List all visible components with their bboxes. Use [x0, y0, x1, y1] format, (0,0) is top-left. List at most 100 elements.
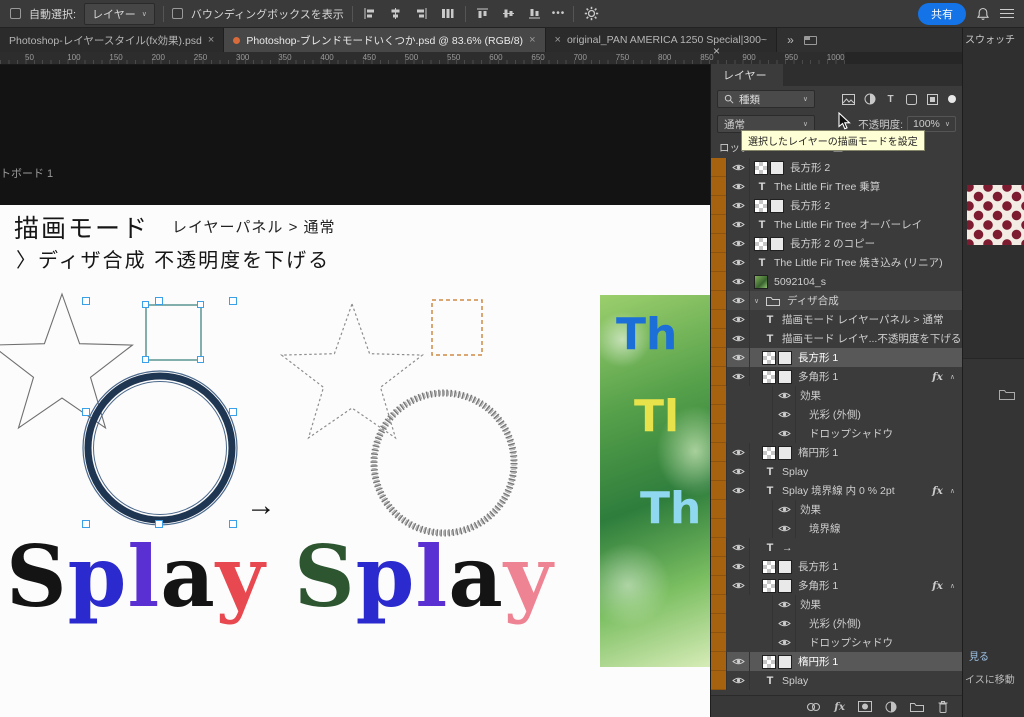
vector-mask-thumbnail[interactable] [778, 655, 792, 669]
new-group-icon[interactable] [910, 701, 924, 712]
layer-style-fx-icon[interactable]: fx [834, 701, 845, 713]
layer-row[interactable]: 5092104_s [711, 272, 962, 291]
layer-effect-label[interactable]: 効果 [800, 597, 821, 612]
eye-icon[interactable] [726, 234, 750, 253]
eye-icon[interactable] [726, 196, 750, 215]
fx-badge[interactable]: fx [932, 580, 943, 592]
eye-icon[interactable] [726, 215, 750, 234]
layer-label[interactable]: 楕円形 1 [798, 654, 838, 669]
align-bottom-edges-icon[interactable] [526, 5, 544, 23]
tab-close-icon[interactable]: × [529, 34, 535, 46]
layer-thumbnail[interactable] [762, 351, 776, 365]
layer-row[interactable]: 長方形 1 [711, 348, 962, 367]
layer-thumbnail[interactable] [754, 199, 768, 213]
share-button[interactable]: 共有 [918, 3, 966, 25]
artboard[interactable]: 描画モード レイヤーパネル > 通常 〉ディザ合成 不透明度を下げる [0, 205, 712, 717]
delete-layer-icon[interactable] [937, 700, 949, 713]
fx-badge[interactable]: fx [932, 371, 943, 383]
layer-effect-label[interactable]: 効果 [800, 388, 821, 403]
layer-row[interactable]: ドロップシャドウ [711, 633, 962, 652]
eye-icon[interactable] [726, 348, 750, 367]
disclosure-icon[interactable]: ∨ [754, 297, 766, 305]
layer-row[interactable]: T描画モード レイヤーパネル > 通常 [711, 310, 962, 329]
layer-thumbnail[interactable] [754, 161, 768, 175]
eye-icon[interactable] [726, 462, 750, 481]
layer-label[interactable]: Splay [782, 675, 808, 687]
layer-label[interactable]: 5092104_s [774, 276, 826, 288]
layer-row[interactable]: TThe Little Fir Tree 焼き込み (リニア) [711, 253, 962, 272]
layer-thumbnail[interactable] [762, 370, 776, 384]
fx-badge[interactable]: fx [932, 485, 943, 497]
layer-row[interactable]: 楕円形 1 [711, 652, 962, 671]
eye-icon[interactable] [772, 386, 796, 405]
adjustment-layer-icon[interactable] [885, 701, 897, 713]
document-tab[interactable]: Photoshop-レイヤースタイル(fx効果).psd× [0, 28, 224, 52]
vector-mask-thumbnail[interactable] [778, 351, 792, 365]
vector-mask-thumbnail[interactable] [778, 370, 792, 384]
eye-icon[interactable] [772, 500, 796, 519]
layers-panel-tab[interactable]: レイヤー [711, 64, 783, 86]
pixel-filter-icon[interactable] [841, 92, 856, 107]
align-left-edges-icon[interactable] [361, 5, 379, 23]
layer-label[interactable]: ディザ合成 [787, 293, 839, 308]
more-options-icon[interactable]: ••• [552, 8, 566, 19]
layer-thumbnail[interactable] [762, 560, 776, 574]
layer-thumbnail[interactable] [762, 446, 776, 460]
eye-icon[interactable] [726, 329, 750, 348]
tab-overflow-chevrons[interactable]: » [777, 28, 804, 52]
vector-mask-thumbnail[interactable] [778, 560, 792, 574]
layer-label[interactable]: → [782, 542, 793, 554]
eye-icon[interactable] [726, 652, 750, 671]
vector-mask-thumbnail[interactable] [770, 161, 784, 175]
layer-row[interactable]: ドロップシャドウ [711, 424, 962, 443]
eye-icon[interactable] [726, 538, 750, 557]
layer-row[interactable]: 多角形 1fx∧ [711, 576, 962, 595]
layer-row[interactable]: TSplay 境界線 内 0 % 2ptfx∧ [711, 481, 962, 500]
eye-icon[interactable] [726, 158, 750, 177]
layer-effect-label[interactable]: ドロップシャドウ [809, 635, 893, 650]
collapse-effects-icon[interactable]: ∧ [950, 373, 955, 381]
tab-close-icon[interactable]: × [555, 34, 561, 46]
eye-icon[interactable] [772, 405, 796, 424]
tab-close-icon[interactable]: × [208, 34, 214, 46]
align-top-edges-icon[interactable] [474, 5, 492, 23]
layer-row[interactable]: 多角形 1 fx ∧ [711, 367, 962, 386]
eye-icon[interactable] [726, 310, 750, 329]
layer-thumbnail[interactable] [762, 579, 776, 593]
layer-row[interactable]: TSplay [711, 462, 962, 481]
layer-thumbnail[interactable] [754, 275, 768, 289]
eye-icon[interactable] [772, 614, 796, 633]
type-filter-icon[interactable]: T [883, 92, 898, 107]
smart-object-filter-icon[interactable] [925, 92, 940, 107]
layer-effect-label[interactable]: 光彩 (外側) [809, 616, 861, 631]
vector-mask-thumbnail[interactable] [770, 237, 784, 251]
layer-label[interactable]: Splay 境界線 内 0 % 2pt [782, 483, 895, 498]
layer-thumbnail[interactable] [754, 237, 768, 251]
layer-row[interactable]: T描画モード レイヤ...不透明度を下げる [711, 329, 962, 348]
layer-row[interactable]: 効果 [711, 500, 962, 519]
layer-effect-label[interactable]: 境界線 [809, 521, 841, 536]
layer-row[interactable]: 光彩 (外側) [711, 405, 962, 424]
layer-row[interactable]: 長方形 1 [711, 557, 962, 576]
layer-row[interactable]: 効果 [711, 386, 962, 405]
layer-label[interactable]: 多角形 1 [798, 578, 838, 593]
layer-label[interactable]: 多角形 1 [798, 369, 838, 384]
layer-row[interactable]: 境界線 [711, 519, 962, 538]
layer-row[interactable]: 効果 [711, 595, 962, 614]
collapse-effects-icon[interactable]: ∧ [950, 487, 955, 495]
layer-label[interactable]: 描画モード レイヤーパネル > 通常 [782, 312, 943, 327]
layer-label[interactable]: The Little Fir Tree 焼き込み (リニア) [774, 255, 943, 270]
layer-effect-label[interactable]: 効果 [800, 502, 821, 517]
document-tab[interactable]: ×original_PAN AMERICA 1250 Special|300~ [546, 28, 778, 52]
artboard-label[interactable]: トボード 1 [0, 165, 53, 181]
vector-mask-thumbnail[interactable] [778, 579, 792, 593]
eye-icon[interactable] [772, 595, 796, 614]
gear-icon[interactable] [582, 5, 600, 23]
layer-mask-icon[interactable] [858, 701, 872, 712]
document-tab[interactable]: Photoshop-ブレンドモードいくつか.psd @ 83.6% (RGB/8… [224, 28, 545, 52]
docked-panel-icon[interactable] [804, 36, 817, 45]
eye-icon[interactable] [726, 557, 750, 576]
layer-row[interactable]: TSplay [711, 671, 962, 690]
right-panel-link[interactable]: イスに移動 [965, 671, 1015, 686]
eye-icon[interactable] [726, 291, 750, 310]
